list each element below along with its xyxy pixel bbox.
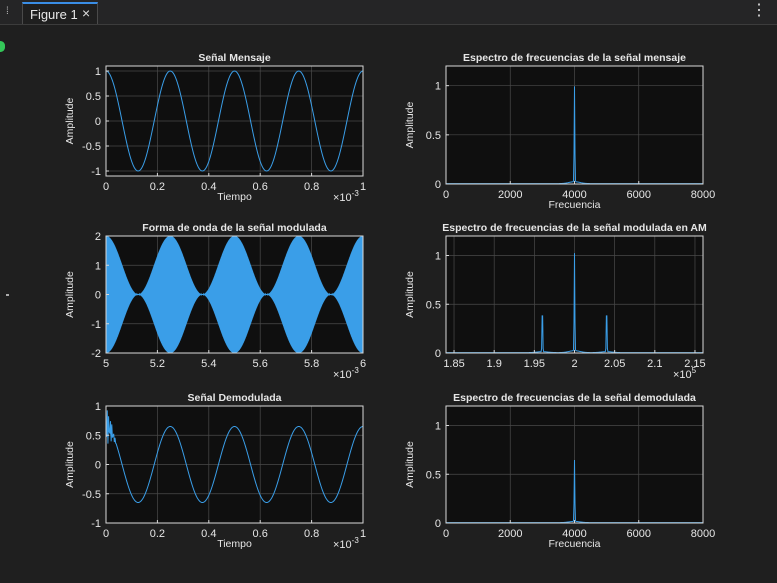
tab-figure-1[interactable]: Figure 1 × — [22, 2, 98, 24]
axis-exponent: ×10-3 — [333, 366, 359, 381]
tick-label-x: 5.2 — [150, 358, 165, 370]
tick-label-y: 0.5 — [86, 91, 101, 103]
tick-label-y: -1 — [91, 166, 101, 178]
chart-title: Forma de onda de la señal modulada — [142, 222, 327, 234]
figure-canvas[interactable]: 0 0.2 0.4 0.6 0.8 1 1 0.5 0 -0.5 -1 Señal Mensaje Ti… — [0, 25, 777, 583]
chart-panel-5[interactable]: 0 0.2 0.4 0.6 0.8 1 1 0.5 0 -0.5 -1 Señal Demodulad… — [64, 392, 366, 551]
tick-label-y: -0.5 — [82, 141, 101, 153]
tab-label: Figure 1 — [30, 7, 78, 22]
tick-label-x: 0.6 — [253, 528, 268, 540]
tick-label-y: 1 — [435, 251, 441, 263]
tick-label-y: 0.5 — [426, 299, 441, 311]
tick-label-x: 8000 — [691, 189, 715, 201]
axis-label-y: Amplitude — [64, 271, 76, 318]
tick-label-x: 0.6 — [253, 181, 268, 193]
tick-label-x: 2.1 — [647, 358, 662, 370]
tick-label-y: 1 — [435, 81, 441, 93]
tick-label-x: 0 — [103, 528, 109, 540]
tick-label-x: 5 — [103, 358, 109, 370]
axis-label-x: Tiempo — [217, 191, 252, 203]
tick-label-x: 5.8 — [304, 358, 319, 370]
tick-label-x: 0 — [103, 181, 109, 193]
close-icon[interactable]: × — [82, 5, 90, 21]
tick-label-y: 0.5 — [426, 130, 441, 142]
tick-label-y: 0.5 — [426, 469, 441, 481]
tick-label-x: 2000 — [498, 189, 522, 201]
axis-label-y: Amplitude — [64, 441, 76, 488]
tick-label-x: 1 — [360, 181, 366, 193]
tick-label-x: 8000 — [691, 528, 715, 540]
axis-label-x: Tiempo — [217, 538, 252, 550]
axis-exponent: ×10-3 — [333, 536, 359, 551]
chart-title: Espectro de frecuencias de la señal mens… — [463, 52, 686, 64]
tick-label-y: 1 — [95, 66, 101, 78]
chart-title: Señal Mensaje — [198, 52, 271, 64]
tick-label-y: -0.5 — [82, 489, 101, 501]
axis-label-y: Amplitude — [404, 102, 416, 149]
tick-label-y: 1 — [435, 421, 441, 433]
tick-label-y: 0 — [435, 348, 441, 360]
chart-panel-1[interactable]: 0 0.2 0.4 0.6 0.8 1 1 0.5 0 -0.5 -1 Señal Mensaje Ti… — [64, 52, 366, 204]
tick-label-y: 1 — [95, 260, 101, 272]
tick-label-x: 0.8 — [304, 528, 319, 540]
tick-label-x: 0.2 — [150, 528, 165, 540]
tick-label-x: 0.8 — [304, 181, 319, 193]
tick-label-x: 0.2 — [150, 181, 165, 193]
figure-tabbar: ⁞ Figure 1 × ⋮ — [0, 0, 777, 25]
tick-label-x: 6 — [360, 358, 366, 370]
chart-panel-4[interactable]: 1.85 1.9 1.95 2 2.05 2.1 2.1510.50Espectro de … — [404, 222, 707, 381]
panel-grip-icon[interactable]: ⁞ — [6, 5, 16, 19]
chart-title: Espectro de frecuencias de la señal demo… — [453, 392, 696, 404]
chart-panel-3[interactable]: 5 5.2 5.4 5.6 5.8 6 2 1 0 -1 -2 Forma de onda de la… — [64, 222, 366, 381]
chart-panel-6[interactable]: 0 2000 4000 6000 800010.50Espectro de frecue… — [404, 392, 715, 550]
tick-label-x: 1.95 — [524, 358, 545, 370]
tick-label-x: 0 — [443, 528, 449, 540]
tick-label-x: 6000 — [627, 528, 651, 540]
chart-panel-2[interactable]: 0 2000 4000 6000 800010.50Espectro de frecue… — [404, 52, 715, 211]
tick-label-y: -2 — [91, 348, 101, 360]
chart-title: Señal Demodulada — [188, 392, 282, 404]
tick-label-y: 0 — [95, 460, 101, 472]
tick-label-x: 2 — [571, 358, 577, 370]
chart-title: Espectro de frecuencias de la señal modu… — [442, 222, 707, 234]
axis-exponent: ×105 — [673, 366, 697, 381]
tick-label-x: 2.05 — [604, 358, 625, 370]
tick-label-y: 1 — [95, 401, 101, 413]
tick-label-x: 1.9 — [487, 358, 502, 370]
tick-label-x: 0.4 — [201, 528, 216, 540]
tick-label-y: -1 — [91, 518, 101, 530]
more-options-icon[interactable]: ⋮ — [751, 3, 767, 19]
axis-exponent: ×10-3 — [333, 189, 359, 204]
tick-label-y: 0 — [95, 116, 101, 128]
axis-label-y: Amplitude — [404, 271, 416, 318]
axis-label-y: Amplitude — [404, 441, 416, 488]
axis-label-x: Frecuencia — [549, 199, 601, 211]
tick-label-x: 5.4 — [201, 358, 216, 370]
tick-label-y: 2 — [95, 231, 101, 243]
tick-label-x: 1.85 — [443, 358, 464, 370]
tick-label-y: -1 — [91, 319, 101, 331]
tick-label-y: 0 — [435, 518, 441, 530]
axis-label-y: Amplitude — [64, 98, 76, 145]
tick-label-y: 0.5 — [86, 430, 101, 442]
tick-label-x: 5.6 — [253, 358, 268, 370]
tick-label-y: 0 — [95, 290, 101, 302]
tick-label-x: 0 — [443, 189, 449, 201]
axis-label-x: Frecuencia — [549, 538, 601, 550]
tick-label-x: 1 — [360, 528, 366, 540]
tick-label-x: 6000 — [627, 189, 651, 201]
tick-label-x: 0.4 — [201, 181, 216, 193]
tick-label-y: 0 — [435, 179, 441, 191]
tick-label-x: 2000 — [498, 528, 522, 540]
